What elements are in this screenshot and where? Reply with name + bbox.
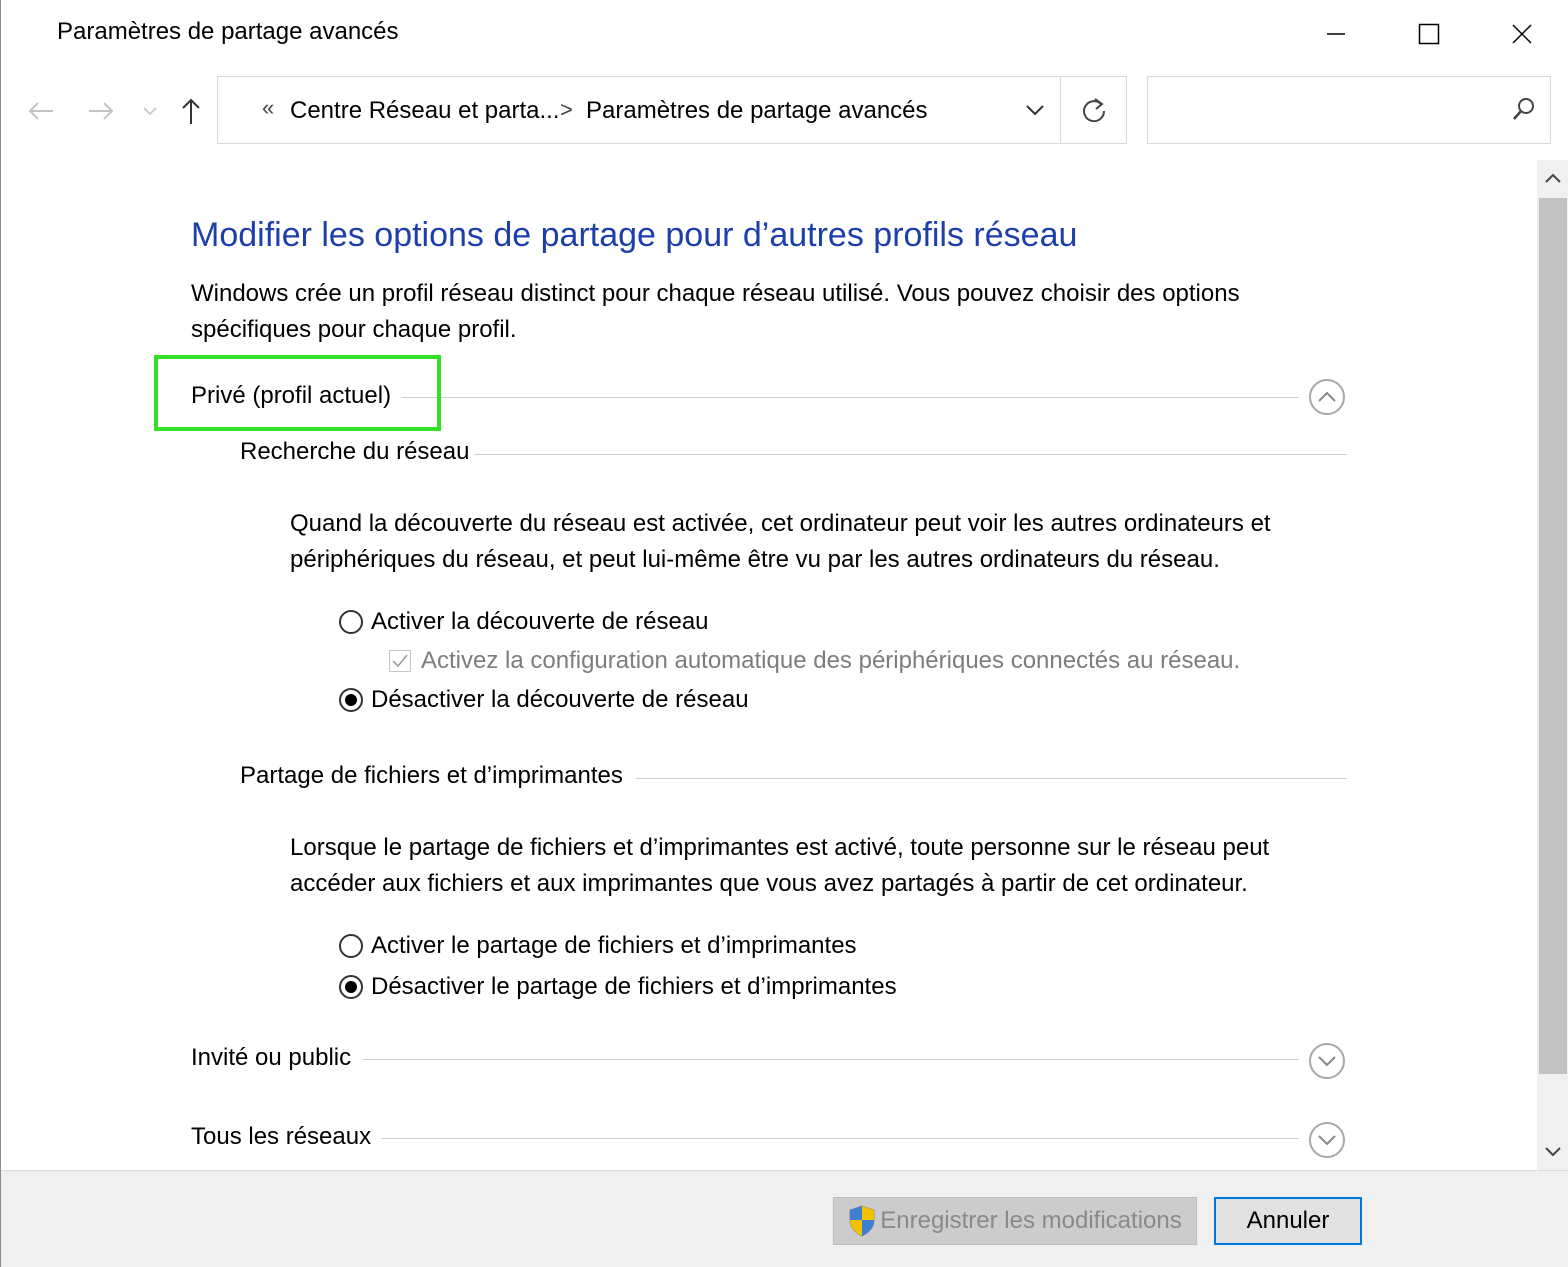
network-discovery-description: Quand la découverte du réseau est activé… xyxy=(290,510,1271,573)
uac-shield-icon xyxy=(849,1205,875,1237)
radio-disable-discovery[interactable]: Désactiver la découverte de réseau xyxy=(339,684,749,716)
radio-label[interactable]: Activer le partage de fichiers et d’impr… xyxy=(371,932,857,960)
section-file-sharing-header: Partage de fichiers et d’imprimantes xyxy=(240,760,1347,796)
highlight-annotation xyxy=(154,355,441,431)
close-icon xyxy=(1512,24,1532,44)
divider xyxy=(474,454,1347,455)
maximize-icon xyxy=(1418,23,1440,45)
radio-button[interactable] xyxy=(339,688,363,712)
breadcrumb-separator[interactable]: > xyxy=(560,97,573,123)
save-changes-button[interactable]: Enregistrer les modifications xyxy=(833,1197,1197,1245)
divider xyxy=(363,1059,1299,1060)
section-network-discovery-header: Recherche du réseau xyxy=(240,436,1347,472)
radio-label[interactable]: Désactiver le partage de fichiers et d’i… xyxy=(371,973,897,1001)
save-changes-label[interactable]: Enregistrer les modifications xyxy=(880,1207,1181,1235)
chevron-down-icon xyxy=(1318,1135,1336,1146)
page-description: Windows crée un profil réseau distinct p… xyxy=(191,280,1240,343)
refresh-button[interactable] xyxy=(1061,77,1127,143)
minimize-button[interactable] xyxy=(1289,0,1383,68)
expand-button[interactable] xyxy=(1309,1043,1345,1079)
scroll-thumb[interactable] xyxy=(1539,198,1567,1074)
dialog-footer: Enregistrer les modifications Annuler xyxy=(1,1170,1568,1267)
chevron-down-icon xyxy=(1545,1147,1561,1157)
radio-disable-file-sharing[interactable]: Désactiver le partage de fichiers et d’i… xyxy=(339,971,897,1003)
navigation-bar: « Centre Réseau et parta... > Paramètres… xyxy=(1,74,1568,148)
radio-selected-dot xyxy=(345,694,357,706)
chevron-down-icon xyxy=(143,107,157,116)
window: Paramètres de partage avancés « Centre R… xyxy=(0,0,1568,1267)
chevron-up-icon xyxy=(1318,391,1336,402)
radio-button[interactable] xyxy=(339,934,363,958)
arrow-up-icon xyxy=(182,98,200,124)
breadcrumb-item-network-center[interactable]: Centre Réseau et parta... xyxy=(290,97,559,125)
radio-selected-dot xyxy=(345,981,357,993)
radio-button[interactable] xyxy=(339,610,363,634)
scroll-down-button[interactable] xyxy=(1537,1134,1568,1170)
scroll-up-button[interactable] xyxy=(1537,160,1568,196)
page-title: Modifier les options de partage pour d’a… xyxy=(191,216,1078,254)
checkbox-label: Activez la configuration automatique des… xyxy=(421,647,1241,674)
file-sharing-description: Lorsque le partage de fichiers et d’impr… xyxy=(290,834,1270,897)
back-button[interactable] xyxy=(21,74,61,148)
refresh-icon xyxy=(1083,98,1106,123)
expand-button[interactable] xyxy=(1309,1122,1345,1158)
divider xyxy=(391,397,1299,398)
content-area: Modifier les options de partage pour d’a… xyxy=(1,160,1537,1170)
divider xyxy=(369,1138,1299,1139)
breadcrumb-item-advanced-sharing[interactable]: Paramètres de partage avancés xyxy=(586,97,928,125)
checkmark-icon xyxy=(392,654,408,668)
search-input[interactable] xyxy=(1147,76,1551,144)
address-history-button[interactable] xyxy=(1010,77,1060,143)
search-icon xyxy=(1513,98,1534,120)
chevron-down-icon xyxy=(1026,105,1044,116)
radio-enable-discovery[interactable]: Activer la découverte de réseau xyxy=(339,606,709,638)
vertical-scrollbar[interactable] xyxy=(1537,160,1568,1170)
profile-guest-header[interactable]: Invité ou public xyxy=(191,1040,1347,1080)
profile-all-networks-label[interactable]: Tous les réseaux xyxy=(191,1123,382,1151)
profile-guest-label[interactable]: Invité ou public xyxy=(191,1044,362,1072)
arrow-left-icon xyxy=(28,102,53,120)
recent-locations-button[interactable] xyxy=(137,74,163,148)
section-network-discovery-label: Recherche du réseau xyxy=(240,438,470,465)
radio-label[interactable]: Activer la découverte de réseau xyxy=(371,608,709,636)
close-button[interactable] xyxy=(1475,0,1568,68)
address-bar[interactable]: « Centre Réseau et parta... > Paramètres… xyxy=(217,76,1127,144)
forward-button[interactable] xyxy=(81,74,121,148)
checkbox-auto-config: Activez la configuration automatique des… xyxy=(389,645,1240,677)
radio-label[interactable]: Désactiver la découverte de réseau xyxy=(371,686,749,714)
collapse-button[interactable] xyxy=(1309,379,1345,415)
chevron-up-icon xyxy=(1545,173,1561,183)
window-title: Paramètres de partage avancés xyxy=(57,18,399,45)
minimize-icon xyxy=(1327,33,1345,35)
section-file-sharing-label: Partage de fichiers et d’imprimantes xyxy=(240,762,623,789)
maximize-button[interactable] xyxy=(1382,0,1476,68)
breadcrumb-overflow[interactable]: « xyxy=(262,95,274,121)
arrow-right-icon xyxy=(89,102,114,120)
divider xyxy=(636,778,1347,779)
title-bar: Paramètres de partage avancés xyxy=(1,0,1568,68)
checkbox xyxy=(389,650,411,672)
profile-all-networks-header[interactable]: Tous les réseaux xyxy=(191,1119,1347,1159)
radio-enable-file-sharing[interactable]: Activer le partage de fichiers et d’impr… xyxy=(339,930,857,962)
radio-button[interactable] xyxy=(339,975,363,999)
cancel-button[interactable]: Annuler xyxy=(1214,1197,1362,1245)
up-button[interactable] xyxy=(173,74,209,148)
chevron-down-icon xyxy=(1318,1056,1336,1067)
